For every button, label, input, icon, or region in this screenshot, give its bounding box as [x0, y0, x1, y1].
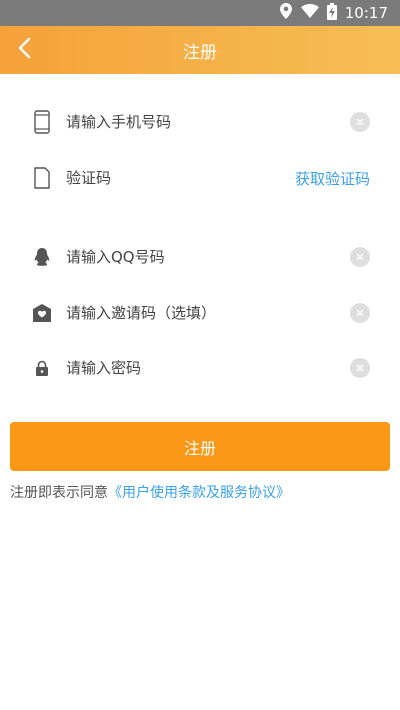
- close-icon: [356, 309, 364, 317]
- status-time: 10:17: [344, 4, 388, 22]
- code-input[interactable]: [66, 158, 266, 198]
- close-icon: [356, 364, 364, 372]
- clear-phone-button[interactable]: [350, 112, 370, 132]
- phone-row: [0, 94, 400, 150]
- clear-password-button[interactable]: [350, 358, 370, 378]
- register-button[interactable]: 注册: [10, 422, 390, 471]
- close-icon: [356, 253, 364, 261]
- status-bar: 10:17: [0, 0, 400, 26]
- page-title: 注册: [183, 42, 217, 63]
- phone-input[interactable]: [66, 102, 336, 142]
- terms-link[interactable]: 《用户使用条款及服务协议》: [108, 485, 290, 501]
- back-button[interactable]: [8, 34, 40, 66]
- gift-envelope-icon: [32, 301, 52, 325]
- get-code-button[interactable]: 获取验证码: [295, 168, 370, 189]
- lock-icon: [32, 356, 52, 380]
- clear-qq-button[interactable]: [350, 247, 370, 267]
- close-icon: [356, 118, 364, 126]
- password-input[interactable]: [66, 348, 336, 388]
- qq-penguin-icon: [32, 245, 52, 269]
- wifi-icon: [300, 4, 319, 22]
- qq-row: [0, 229, 400, 285]
- invite-row: [0, 285, 400, 341]
- location-icon: [279, 3, 293, 23]
- sms-card-icon: [32, 166, 52, 190]
- battery-charging-icon: [326, 2, 337, 24]
- password-row: [0, 340, 400, 396]
- code-row: 获取验证码: [0, 150, 400, 206]
- agreement-text: 注册即表示同意《用户使用条款及服务协议》: [10, 482, 290, 502]
- phone-icon: [32, 110, 52, 134]
- clear-invite-button[interactable]: [350, 303, 370, 323]
- chevron-left-icon: [17, 37, 31, 63]
- agreement-prefix: 注册即表示同意: [10, 485, 108, 501]
- qq-input[interactable]: [66, 237, 336, 277]
- app-bar: 注册: [0, 26, 400, 74]
- invite-input[interactable]: [66, 293, 336, 333]
